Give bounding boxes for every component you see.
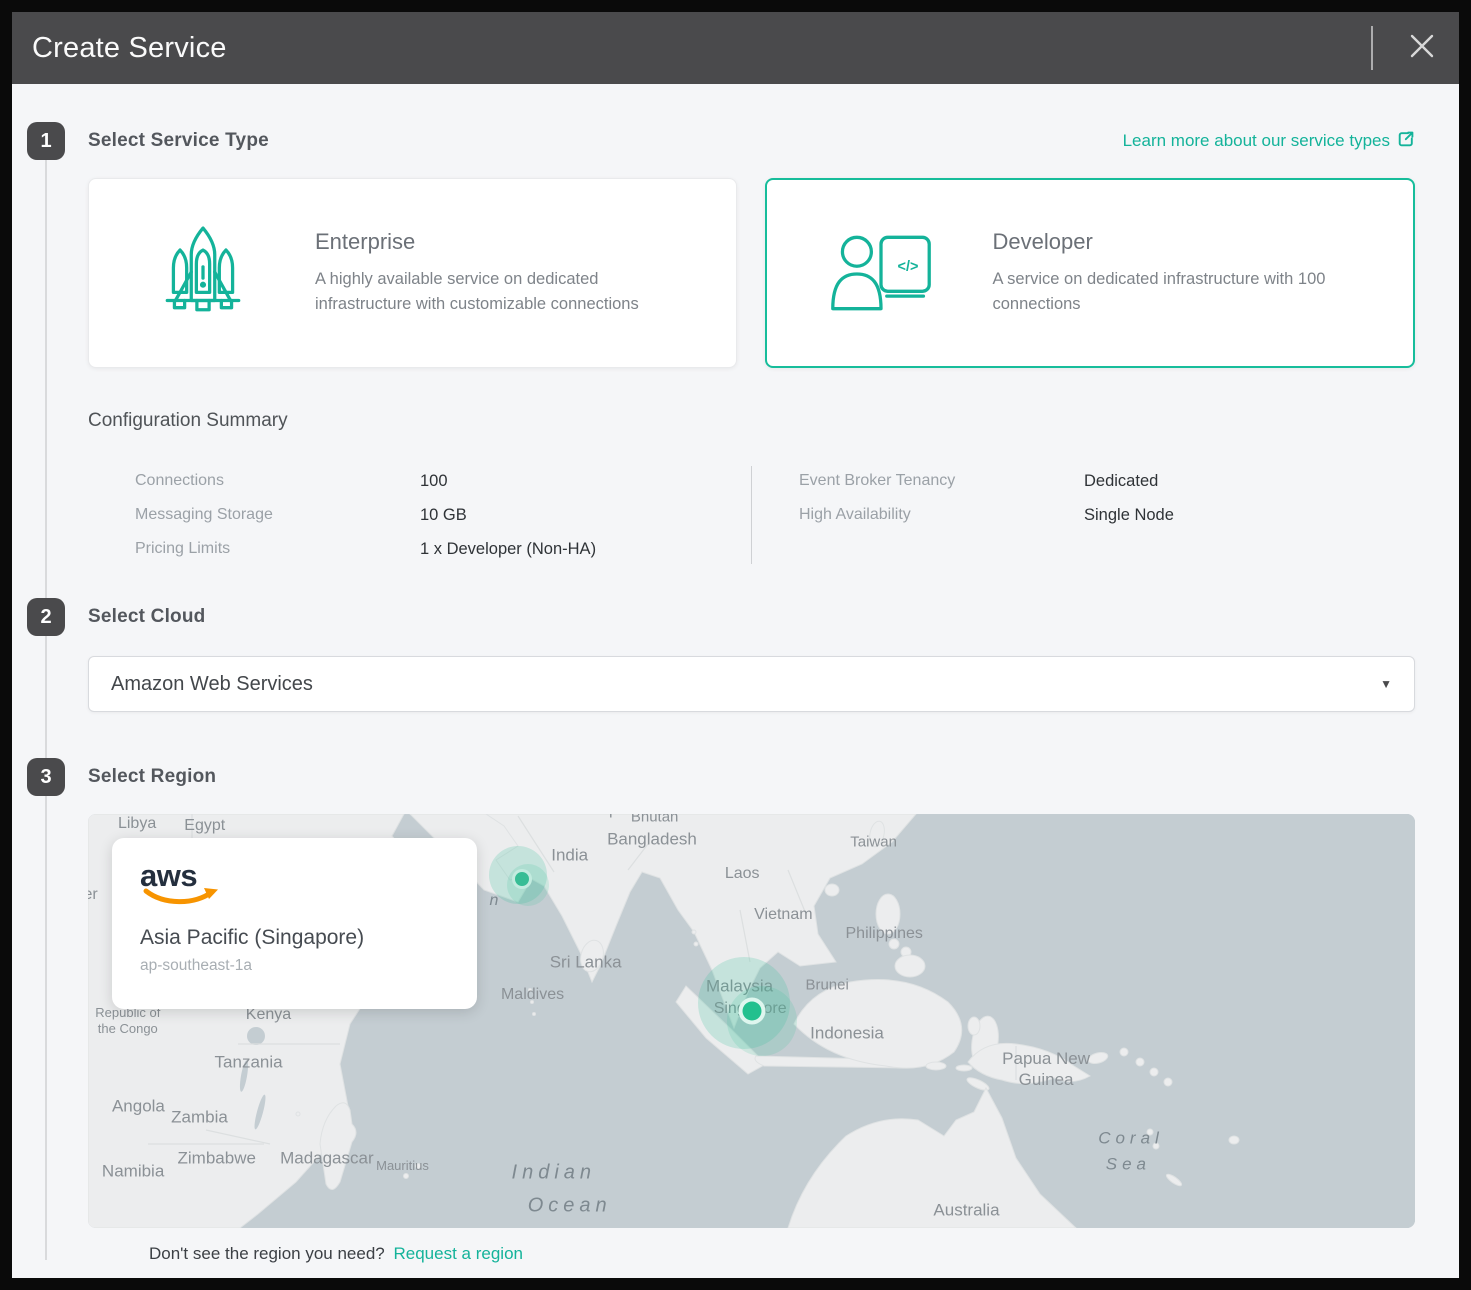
service-type-name: Enterprise [315,229,687,255]
dialog-body: 1 Select Service Type Learn more about o… [12,84,1459,1270]
summary-value: 1 x Developer (Non-HA) [420,540,751,559]
svg-text:</>: </> [897,259,918,275]
create-service-dialog: Create Service 1 Select Service Type Lea… [12,12,1459,1278]
service-type-name: Developer [993,229,1384,255]
summary-row: Pricing Limits 1 x Developer (Non-HA) [88,532,751,566]
step-1-badge: 1 [27,122,65,160]
summary-value: Single Node [1084,506,1415,525]
region-question: Don't see the region you need? [149,1244,385,1263]
region-tooltip-card[interactable]: aws Asia Pacific (Singapore) ap-southeas… [112,838,477,1009]
dialog-title: Create Service [32,32,1371,65]
step-2-badge: 2 [27,598,65,636]
service-type-card-enterprise[interactable]: Enterprise A highly available service on… [88,178,737,368]
chevron-down-icon: ▼ [1380,677,1392,691]
summary-row: High Availability Single Node [752,498,1415,532]
step-1-title: Select Service Type [88,130,269,152]
step-select-region: 3 Select Region [27,758,1415,1264]
request-region-link[interactable]: Request a region [394,1244,523,1263]
step-3-badge: 3 [27,758,65,796]
summary-label: Pricing Limits [135,540,420,558]
region-availability-zone: ap-southeast-1a [140,957,449,975]
configuration-summary: Connections 100 Messaging Storage 10 GB … [88,464,1415,566]
learn-more-link[interactable]: Learn more about our service types [1123,130,1415,153]
summary-value: 10 GB [420,506,751,525]
developer-icon: </> [827,229,935,317]
summary-value: 100 [420,472,751,491]
summary-row: Messaging Storage 10 GB [88,498,751,532]
summary-value: Dedicated [1084,472,1415,491]
service-type-description: A highly available service on dedicated … [315,267,687,317]
region-footer-note: Don't see the region you need? Request a… [149,1244,1415,1264]
summary-label: Messaging Storage [135,506,420,524]
region-map[interactable]: aws Asia Pacific (Singapore) ap-southeas… [88,814,1415,1228]
step-2-title: Select Cloud [88,606,205,628]
service-type-description: A service on dedicated infrastructure wi… [993,267,1384,317]
summary-label: Connections [135,472,420,490]
header-divider [1371,26,1373,70]
step-select-cloud: 2 Select Cloud Amazon Web Services ▼ [27,598,1415,712]
learn-more-label: Learn more about our service types [1123,131,1390,151]
close-icon [1408,32,1436,65]
summary-label: High Availability [799,506,1084,524]
cloud-select[interactable]: Amazon Web Services ▼ [88,656,1415,712]
external-link-icon [1397,130,1415,153]
summary-label: Event Broker Tenancy [799,472,1084,490]
summary-row: Event Broker Tenancy Dedicated [752,464,1415,498]
step-3-title: Select Region [88,766,216,788]
rocket-icon [149,223,257,323]
cloud-select-value: Amazon Web Services [111,673,1380,696]
service-type-card-developer[interactable]: </> Developer A service on dedicated inf… [765,178,1416,368]
dialog-header: Create Service [12,12,1459,84]
region-name: Asia Pacific (Singapore) [140,926,449,950]
step-select-service-type: 1 Select Service Type Learn more about o… [27,122,1415,566]
summary-row: Connections 100 [88,464,751,498]
configuration-summary-title: Configuration Summary [88,410,1415,432]
aws-smile-icon [142,887,449,914]
close-button[interactable] [1399,25,1445,71]
